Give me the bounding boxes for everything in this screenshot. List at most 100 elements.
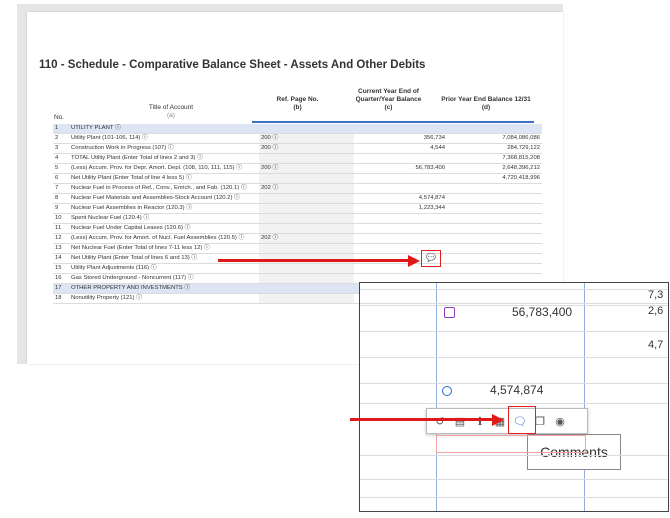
table-row: 12 (Less) Accum. Prov. for Amort. of Nucl… [53,233,542,244]
header-no: No. [53,114,65,121]
row-current-balance[interactable]: 56,783,400 [354,163,447,174]
zoom-prior-value-2: 4,7 [648,339,664,351]
zoom-row [360,403,668,404]
row-current-balance[interactable] [354,124,447,134]
row-title: Net Nuclear Fuel (Enter Total of lines 7… [69,243,259,254]
table-row: 9 Nuclear Fuel Assemblies in Reactor (120… [53,203,542,214]
row-prior-balance[interactable] [447,183,542,194]
row-prior-balance[interactable] [447,203,542,214]
row-prior-balance[interactable]: 2,648,396,212 [447,163,542,174]
header-title-label: Title of Account [148,104,194,111]
row-title: Utility Plant Adjustments (116) ⓘ [69,263,259,274]
row-number: 9 [53,203,69,214]
header-prior-label: Prior Year End Balance 12/31 [441,96,531,103]
row-prior-balance[interactable] [447,193,542,204]
table-row: 2 Utility Plant (101-106, 114) ⓘ 200 ⓘ 356,… [53,133,542,144]
comment-icon[interactable]: 💬 [426,253,436,262]
zoom-column-divider-mid [584,283,585,511]
row-number: 15 [53,263,69,274]
row-prior-balance[interactable] [447,253,542,264]
row-title: Spent Nuclear Fuel (120.4) ⓘ [69,213,259,224]
zoom-current-value-2: 4,574,874 [490,383,544,397]
row-title: TOTAL Utility Plant (Enter Total of line… [69,153,259,164]
row-ref-page [259,243,354,254]
row-number: 10 [53,213,69,224]
zoom-cell-comment-marker[interactable] [442,386,452,396]
zoom-row [360,497,668,498]
row-prior-balance[interactable]: 4,720,418,996 [447,173,542,184]
row-ref-page [259,283,354,294]
row-ref-page [259,263,354,274]
table-row: 15 Utility Plant Adjustments (116) ⓘ [53,263,542,274]
row-title: (Less) Accum. Prov. for Amort. of Nucl. … [69,233,259,244]
row-current-balance[interactable] [354,233,447,244]
row-ref-page: 200 ⓘ [259,143,354,154]
row-title: Construction Work in Progress (107) ⓘ [69,143,259,154]
zoom-callout-arrow-head [492,414,504,426]
table-row: 7 Nuclear Fuel in Process of Ref., Conv.,… [53,183,542,194]
zoom-prior-value-top: 7,3 [648,289,664,301]
zoom-callout-arrow-shaft [350,418,495,421]
zoom-column-divider-left [436,283,437,511]
row-current-balance[interactable]: 4,574,874 [354,193,447,204]
row-current-balance[interactable] [354,173,447,184]
zoom-cell-edit-icon[interactable] [444,307,455,318]
row-prior-balance[interactable]: 284,729,122 [447,143,542,154]
row-number: 6 [53,173,69,184]
row-ref-page: 202 ⓘ [259,183,354,194]
zoom-row [360,283,668,290]
row-current-balance[interactable]: 1,223,344 [354,203,447,214]
row-number: 5 [53,163,69,174]
header-current-label: Current Year End of Quarter/Year Balance [355,88,422,103]
table-row: 5 (Less) Accum. Prov. for Depr. Amort. De… [53,163,542,174]
row-current-balance[interactable]: 4,544 [354,143,447,154]
table-row: 8 Nuclear Fuel Materials and Assemblies-S… [53,193,542,204]
row-prior-balance[interactable] [447,124,542,134]
row-prior-balance[interactable] [447,233,542,244]
row-prior-balance[interactable]: 7,368,815,208 [447,153,542,164]
table-row: 11 Nuclear Fuel Under Capital Leases (120… [53,223,542,234]
table-row: 10 Spent Nuclear Fuel (120.4) ⓘ [53,213,542,224]
save-icon[interactable]: ▤ [453,415,467,428]
zoom-current-value-1: 56,783,400 [512,305,573,319]
row-prior-balance[interactable] [447,213,542,224]
row-prior-balance[interactable] [447,223,542,234]
row-number: 8 [53,193,69,204]
row-prior-balance[interactable] [447,243,542,254]
undo-icon[interactable]: ↺ [433,415,447,428]
row-ref-page [259,223,354,234]
header-ref-page: Ref. Page No. (b) [252,96,343,112]
zoom-row [360,357,668,358]
row-ref-page [259,173,354,184]
row-ref-page [259,273,354,284]
cell-action-toolbar: ↺ ▤ ℹ ▦ 🗨 ❐ ◉ [426,408,588,434]
row-current-balance[interactable] [354,223,447,234]
zoom-row [360,479,668,480]
table-row: 6 Net Utility Plant (Enter Total of line … [53,173,542,184]
table-row: 4 TOTAL Utility Plant (Enter Total of lin… [53,153,542,164]
row-number: 13 [53,243,69,254]
header-ref-label: Ref. Page No. [276,96,319,103]
row-ref-page [259,124,354,134]
view-icon[interactable]: ◉ [553,415,567,428]
row-current-balance[interactable] [354,183,447,194]
row-ref-page [259,213,354,224]
row-prior-balance[interactable] [447,263,542,274]
header-title-of-account: Title of Account (a) [121,104,221,120]
row-title: Net Utility Plant (Enter Total of line 4… [69,173,259,184]
row-ref-page: 200 ⓘ [259,163,354,174]
callout-arrow-head [408,255,420,267]
row-prior-balance[interactable]: 7,084,086,086 [447,133,542,144]
header-title-sub: (a) [167,112,175,119]
comments-button-highlight [508,406,536,434]
row-ref-page [259,193,354,204]
info-icon[interactable]: ℹ [473,415,487,428]
row-title: Nonutility Property (121) ⓘ [69,293,259,304]
row-title: Nuclear Fuel Assemblies in Reactor (120.… [69,203,259,214]
header-current-balance: Current Year End of Quarter/Year Balance… [344,88,433,112]
row-number: 7 [53,183,69,194]
row-current-balance[interactable] [354,153,447,164]
row-ref-page: 200 ⓘ [259,133,354,144]
row-current-balance[interactable]: 356,734 [354,133,447,144]
row-current-balance[interactable] [354,213,447,224]
